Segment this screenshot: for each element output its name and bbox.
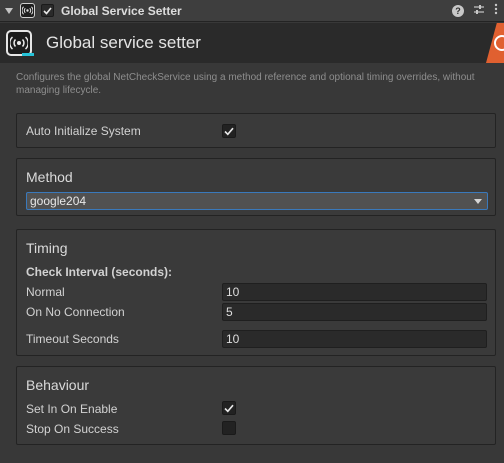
icon-accent-bar (22, 53, 34, 56)
timing-title: Timing (26, 240, 68, 256)
normal-label: Normal (26, 285, 65, 299)
behaviour-panel: Behaviour Set In On Enable Stop On Succe… (16, 366, 496, 445)
chevron-down-icon (474, 199, 482, 204)
broadcast-icon (20, 3, 35, 18)
set-on-enable-checkbox[interactable] (222, 401, 236, 415)
auto-init-label: Auto Initialize System (26, 124, 141, 138)
set-on-enable-label: Set In On Enable (26, 402, 118, 416)
component-title: Global Service Setter (61, 3, 182, 18)
component-header[interactable]: Global Service Setter ? (0, 0, 504, 22)
banner-title: Global service setter (46, 33, 201, 52)
component-banner: Global service setter (0, 23, 504, 63)
preset-icon[interactable] (473, 4, 485, 19)
method-panel: Method google204 (16, 158, 496, 216)
foldout-arrow-icon[interactable] (5, 7, 13, 14)
stop-on-success-checkbox[interactable] (222, 421, 236, 435)
stop-on-success-label: Stop On Success (26, 422, 119, 436)
method-dropdown[interactable]: google204 (26, 192, 488, 210)
normal-interval-field[interactable]: 10 (222, 283, 487, 301)
timing-panel: Timing Check Interval (seconds): Normal … (16, 229, 496, 356)
no-connection-label: On No Connection (26, 305, 125, 319)
check-interval-label: Check Interval (seconds): (26, 265, 173, 279)
no-connection-interval-field[interactable]: 5 (222, 303, 487, 321)
component-description: Configures the global NetCheckService us… (16, 72, 475, 96)
more-menu-icon[interactable] (494, 3, 498, 19)
behaviour-title: Behaviour (26, 377, 90, 393)
timeout-seconds-field[interactable]: 10 (222, 330, 487, 348)
component-enabled-checkbox[interactable] (41, 4, 54, 17)
method-title: Method (26, 169, 73, 185)
auto-init-checkbox[interactable] (222, 124, 236, 138)
brand-logo-icon (494, 35, 504, 51)
auto-init-panel: Auto Initialize System (16, 113, 496, 148)
help-icon[interactable]: ? (452, 5, 464, 17)
timeout-label: Timeout Seconds (26, 332, 119, 346)
method-selected-value: google204 (30, 194, 87, 208)
